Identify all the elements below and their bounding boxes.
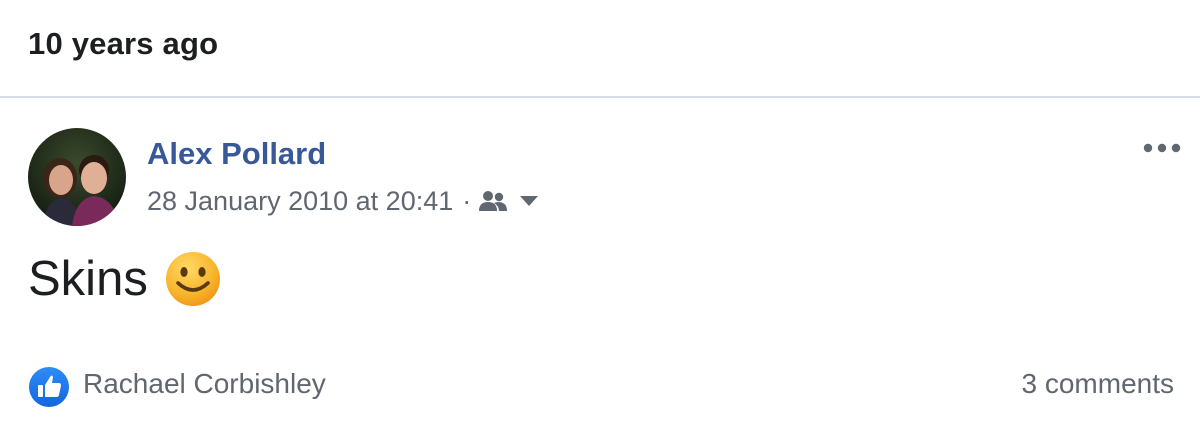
likers-list[interactable]: Rachael Corbishley (83, 368, 326, 400)
post-footer: Rachael Corbishley 3 comments (0, 360, 1200, 410)
post-timestamp[interactable]: 28 January 2010 at 20:41 (147, 186, 453, 217)
chevron-down-icon[interactable] (519, 195, 539, 207)
smiley-face-icon (164, 250, 222, 308)
memory-title: 10 years ago (28, 26, 219, 61)
memory-header: 10 years ago (0, 0, 1200, 98)
post: Alex Pollard 28 January 2010 at 20:41 · (0, 98, 1200, 428)
comments-link[interactable]: 3 comments (1022, 368, 1175, 400)
like-icon[interactable] (28, 366, 70, 408)
post-meta: 28 January 2010 at 20:41 · (147, 184, 539, 218)
post-body: Skins (28, 250, 222, 308)
more-options-button[interactable] (1140, 138, 1184, 158)
meta-separator: · (462, 185, 472, 216)
avatar[interactable] (28, 128, 126, 226)
memory-card: 10 years ago Alex Pollard 28 January 201… (0, 0, 1200, 428)
more-options-icon (1143, 143, 1181, 153)
author-name[interactable]: Alex Pollard (147, 136, 326, 172)
friends-icon[interactable] (479, 189, 508, 213)
post-text: Skins (28, 252, 148, 306)
